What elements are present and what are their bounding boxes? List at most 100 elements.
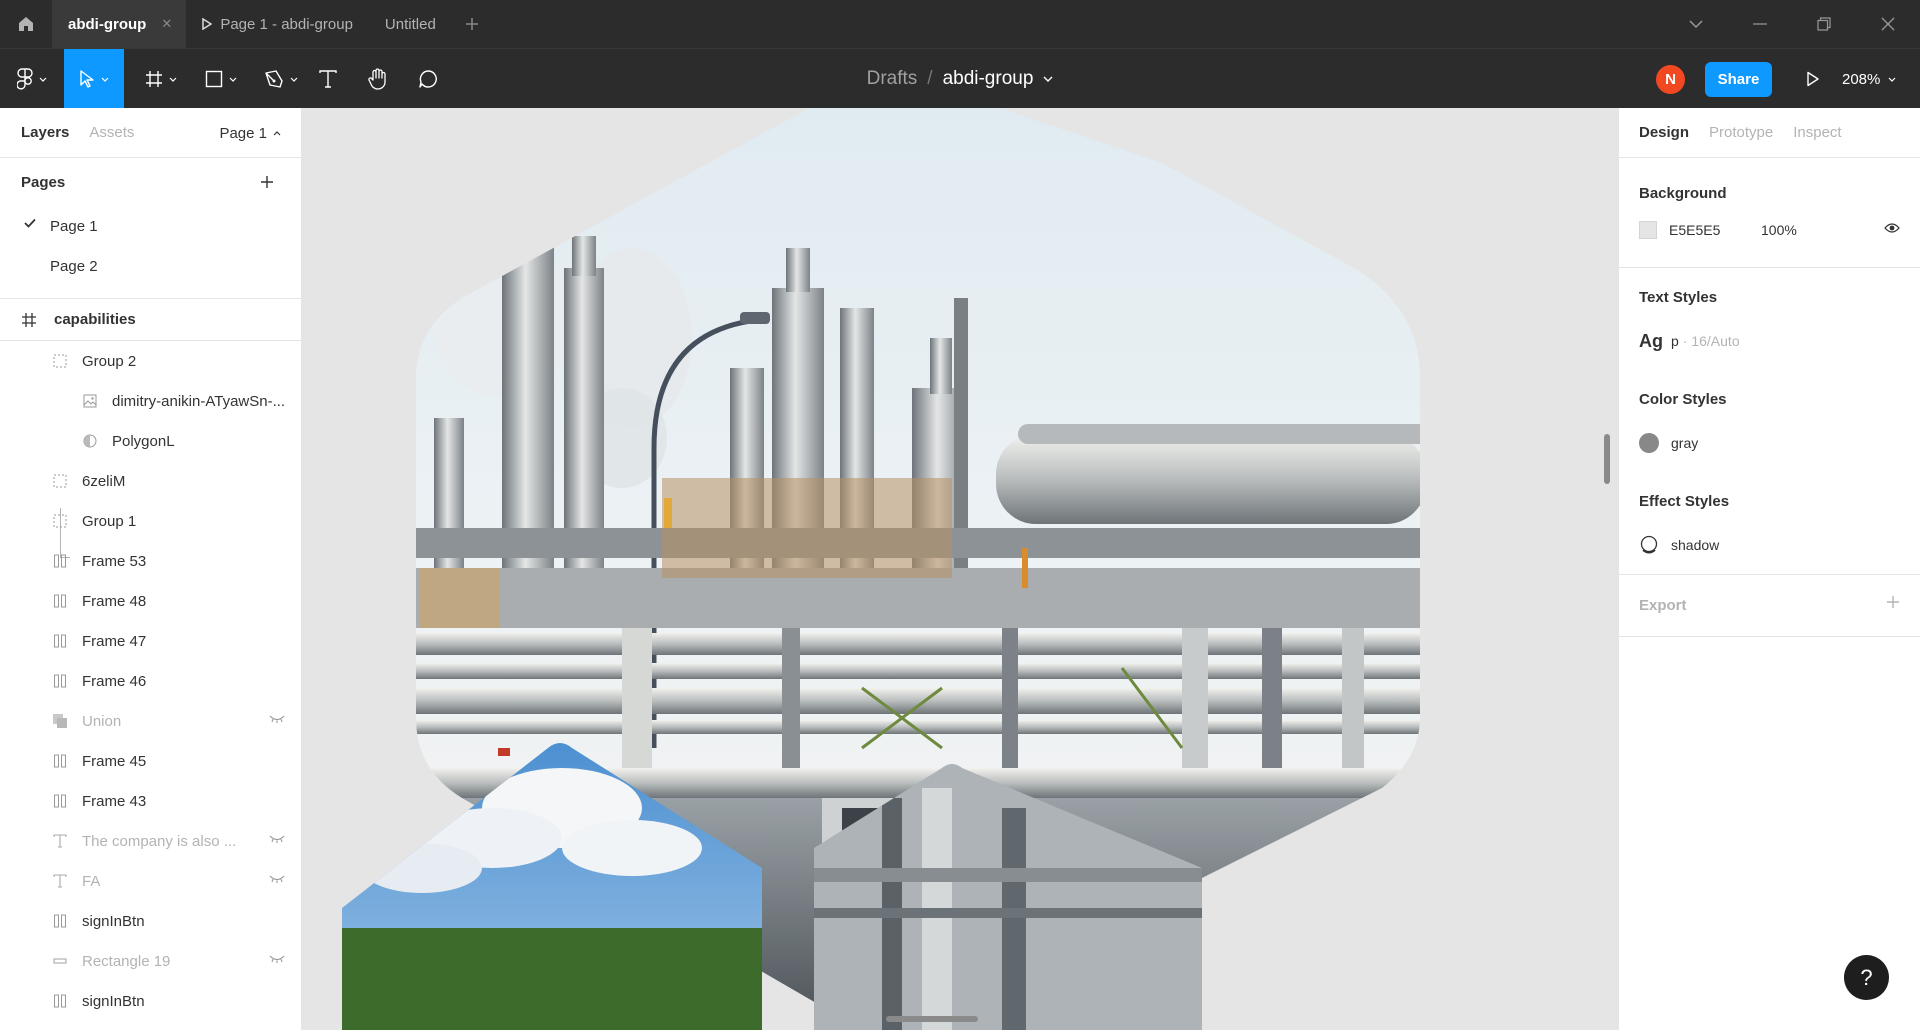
color-style-name: gray: [1671, 435, 1699, 451]
section-title: Color Styles: [1639, 391, 1727, 408]
chevron-down-icon: [39, 77, 47, 82]
eye-hidden-icon[interactable]: [269, 715, 285, 723]
layer-item[interactable]: Frame 43: [0, 781, 301, 821]
text-tool-button[interactable]: [308, 49, 348, 109]
layer-item[interactable]: signInBtn: [0, 901, 301, 941]
layer-frame-capabilities[interactable]: capabilities: [0, 299, 301, 341]
layer-item[interactable]: Rectangle 19: [0, 941, 301, 981]
figma-logo-icon: [17, 68, 33, 90]
present-button[interactable]: [1795, 61, 1831, 97]
tab-page-1-prototype[interactable]: Page 1 - abdi-group: [186, 0, 369, 48]
group-icon: [52, 353, 68, 369]
main-menu-button[interactable]: [8, 49, 56, 109]
right-panel-tabs: Design Prototype Inspect: [1619, 108, 1920, 158]
eye-hidden-icon[interactable]: [269, 835, 285, 843]
plus-icon[interactable]: [1886, 595, 1900, 609]
page-selector[interactable]: Page 1: [219, 108, 281, 158]
layer-item[interactable]: Group 2: [0, 341, 301, 381]
tabs-dropdown-button[interactable]: [1664, 0, 1728, 48]
chevron-down-icon: [1888, 77, 1896, 82]
minimize-button[interactable]: [1728, 0, 1792, 48]
layer-item[interactable]: Union: [0, 701, 301, 741]
text-style-item[interactable]: Ag p · 16/Auto: [1639, 312, 1900, 370]
add-tab-button[interactable]: [452, 0, 492, 48]
background-hex-input[interactable]: E5E5E5: [1669, 222, 1761, 238]
image-icon: [82, 393, 98, 409]
close-tab-icon[interactable]: ✕: [161, 16, 172, 32]
layer-item[interactable]: Frame 47: [0, 621, 301, 661]
text-style-name: p: [1671, 333, 1679, 349]
window-controls: [1664, 0, 1920, 48]
effect-style-item[interactable]: shadow: [1639, 516, 1900, 574]
eye-hidden-icon[interactable]: [269, 955, 285, 963]
zoom-dropdown[interactable]: 208%: [1842, 49, 1896, 109]
title-bar: abdi-group ✕ Page 1 - abdi-group Untitle…: [0, 0, 1920, 48]
layer-label: Frame 45: [82, 752, 147, 770]
home-button[interactable]: [0, 0, 52, 48]
text-style-detail: · 16/Auto: [1682, 333, 1740, 349]
horizontal-scrollbar[interactable]: [886, 1016, 978, 1022]
frame-tool-button[interactable]: [136, 49, 186, 109]
layer-item[interactable]: signInBtn: [0, 981, 301, 1021]
file-name[interactable]: abdi-group: [943, 68, 1034, 90]
pen-tool-button[interactable]: [256, 49, 306, 109]
page-item-page-2[interactable]: Page 2: [0, 246, 301, 286]
color-style-item[interactable]: gray: [1639, 414, 1900, 472]
hand-icon: [368, 68, 386, 90]
add-page-button[interactable]: [255, 170, 279, 194]
minimize-icon: [1753, 23, 1767, 25]
eye-hidden-icon[interactable]: [269, 875, 285, 883]
effect-style-name: shadow: [1671, 537, 1720, 553]
text-icon: [319, 70, 337, 88]
share-button[interactable]: Share: [1705, 62, 1772, 97]
layer-item[interactable]: Frame 53: [0, 541, 301, 581]
hand-tool-button[interactable]: [358, 49, 398, 109]
canvas[interactable]: [302, 108, 1618, 1030]
chevron-down-icon[interactable]: [1043, 76, 1053, 82]
avatar[interactable]: N: [1656, 65, 1685, 94]
section-title: Effect Styles: [1639, 493, 1730, 510]
tab-design[interactable]: Design: [1639, 124, 1689, 141]
layer-item[interactable]: The company is also ...: [0, 821, 301, 861]
left-panel-tabs: Layers Assets Page 1: [0, 108, 301, 158]
layer-item[interactable]: dimitry-anikin-ATyawSn-...: [0, 381, 301, 421]
breadcrumb-drafts[interactable]: Drafts: [867, 68, 918, 90]
section-title: Text Styles: [1639, 289, 1718, 306]
page-label: Page 1: [50, 217, 98, 235]
tab-untitled[interactable]: Untitled: [369, 0, 452, 48]
background-opacity-input[interactable]: 100%: [1761, 222, 1797, 238]
vertical-scrollbar[interactable]: [1604, 434, 1610, 484]
tab-prototype[interactable]: Prototype: [1709, 124, 1773, 141]
union-icon: [52, 713, 68, 729]
comment-icon: [419, 70, 437, 88]
layer-item[interactable]: Frame 46: [0, 661, 301, 701]
toolbar: Drafts / abdi-group N Share 208%: [0, 48, 1920, 109]
layer-item[interactable]: 6zeliM: [0, 461, 301, 501]
layer-label: Rectangle 19: [82, 952, 171, 970]
background-swatch[interactable]: [1639, 221, 1657, 239]
restore-button[interactable]: [1792, 0, 1856, 48]
frame-icon: [22, 312, 40, 327]
tab-abdi-group[interactable]: abdi-group ✕: [52, 0, 187, 48]
shape-tool-button[interactable]: [196, 49, 246, 109]
tab-layers[interactable]: Layers: [0, 124, 69, 141]
move-tool-button[interactable]: [64, 49, 124, 109]
text-icon: [52, 873, 68, 889]
tab-assets[interactable]: Assets: [69, 124, 134, 141]
layer-label: Frame 48: [82, 592, 147, 610]
help-button[interactable]: ?: [1844, 955, 1889, 1000]
autolayout-icon: [52, 633, 68, 649]
tab-inspect[interactable]: Inspect: [1793, 124, 1841, 141]
layer-item[interactable]: FA: [0, 861, 301, 901]
eye-icon[interactable]: [1884, 222, 1900, 234]
layer-label: PolygonL: [112, 432, 175, 450]
layer-item[interactable]: PolygonL: [0, 421, 301, 461]
layer-label: Union: [82, 712, 122, 730]
layer-item[interactable]: Group 1: [0, 501, 301, 541]
layer-item[interactable]: Frame 45: [0, 741, 301, 781]
layer-item[interactable]: Frame 48: [0, 581, 301, 621]
page-item-page-1[interactable]: Page 1: [0, 206, 301, 246]
close-window-button[interactable]: [1856, 0, 1920, 48]
canvas-artwork: [342, 108, 1438, 1030]
comment-tool-button[interactable]: [408, 49, 448, 109]
